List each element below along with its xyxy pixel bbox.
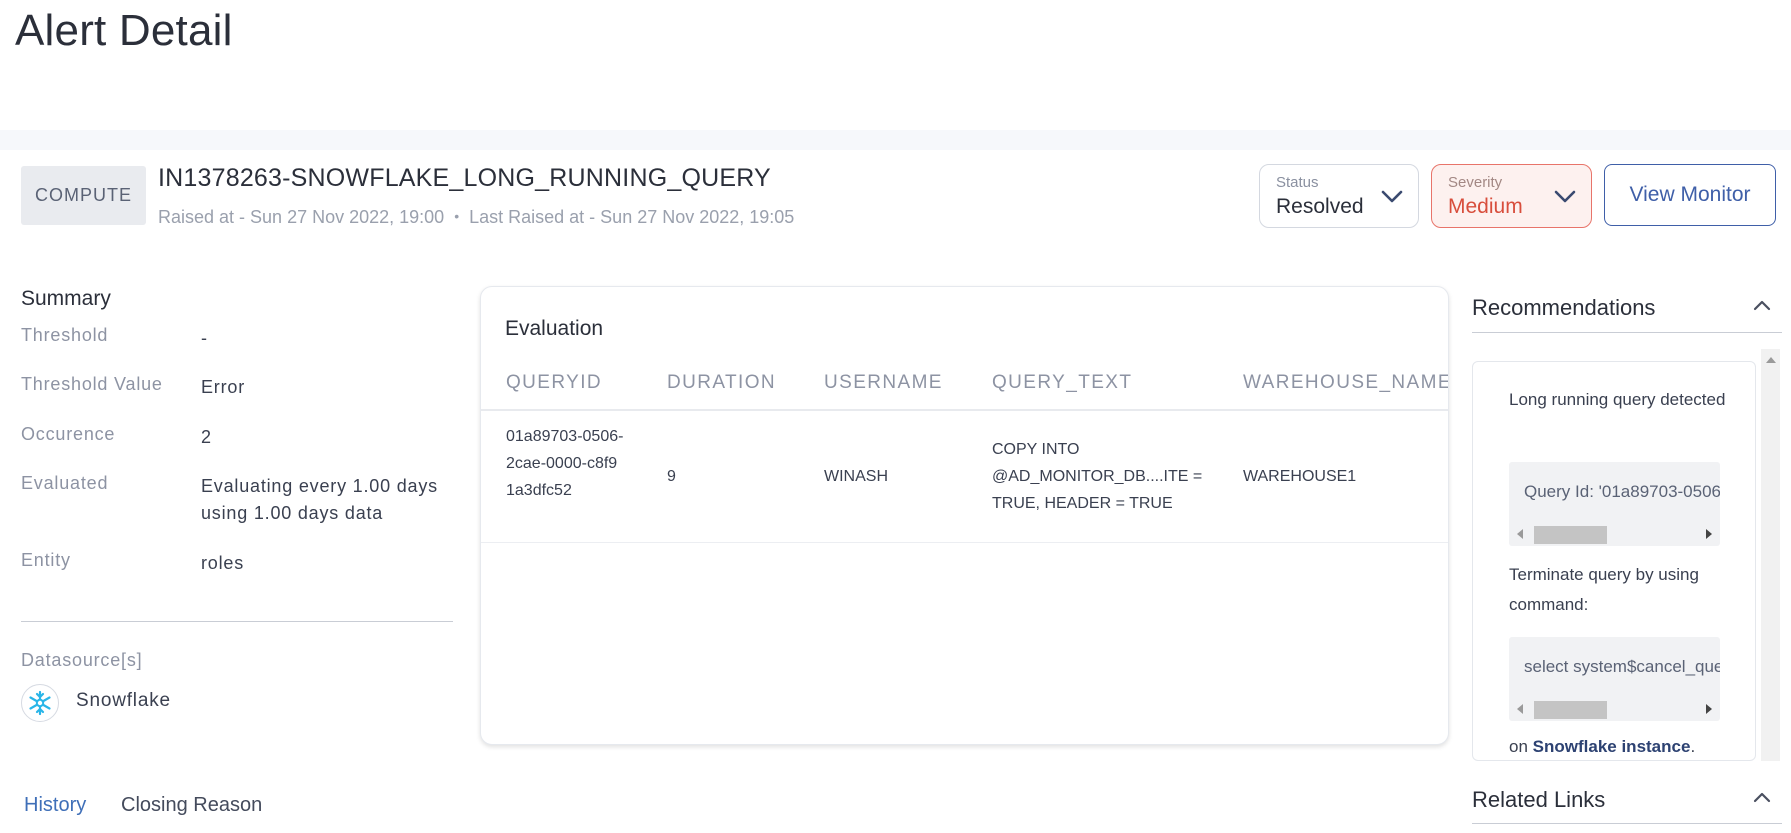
query-id-code: Query Id: '01a89703-0506-2cae-0000-c8f91… (1524, 482, 1720, 501)
evaluation-table-header: QUERYID DURATION USERNAME QUERY_TEXT WAR… (481, 359, 1448, 411)
status-label: Status (1276, 174, 1319, 191)
severity-label: Severity (1448, 174, 1503, 191)
view-monitor-button[interactable]: View Monitor (1604, 164, 1776, 226)
horizontal-scrollbar[interactable] (1509, 520, 1720, 546)
column-header-duration[interactable]: DURATION (667, 372, 776, 394)
tab-closing-reason[interactable]: Closing Reason (121, 794, 262, 817)
summary-key: Threshold Value (21, 374, 163, 394)
status-value: Resolved (1276, 195, 1364, 218)
summary-divider (21, 621, 453, 622)
recommendations-title: Recommendations (1472, 295, 1656, 320)
cell-queryid: 01a89703-0506-2cae-0000-c8f91a3dfc52 (506, 428, 624, 499)
scroll-left-icon[interactable] (1517, 704, 1523, 714)
summary-value: roles (201, 553, 245, 573)
raised-info: Raised at - Sun 27 Nov 2022, 19:00 • Last … (158, 207, 794, 228)
related-links-title: Related Links (1472, 787, 1606, 812)
column-header-queryid[interactable]: QUERYID (506, 372, 602, 394)
query-id-code-block[interactable]: Query Id: '01a89703-0506-2cae-0000-c8f91… (1509, 462, 1720, 546)
summary-key: Evaluated (21, 473, 109, 493)
header-band (0, 130, 1791, 150)
summary-key: Entity (21, 550, 71, 570)
horizontal-scrollbar[interactable] (1509, 695, 1720, 721)
alert-category-chip: COMPUTE (21, 166, 146, 225)
summary-value: 2 (201, 427, 212, 447)
tab-history[interactable]: History (24, 794, 86, 817)
terminate-instruction: Terminate query by using command: (1509, 565, 1699, 614)
scroll-right-icon[interactable] (1706, 704, 1712, 714)
scroll-thumb[interactable] (1534, 526, 1607, 544)
related-links-divider (1472, 823, 1782, 824)
column-header-query-text[interactable]: QUERY_TEXT (992, 372, 1132, 394)
chevron-up-icon[interactable] (1752, 298, 1772, 312)
cell-warehouse-name: WAREHOUSE1 (1243, 468, 1357, 485)
period: . (1690, 737, 1696, 756)
chevron-down-icon (1554, 190, 1576, 203)
summary-value: Error (201, 377, 245, 397)
severity-select[interactable]: Severity Medium (1431, 164, 1592, 228)
recommendation-card: Long running query detected Query Id: '0… (1472, 361, 1756, 761)
summary-title: Summary (21, 287, 111, 310)
cell-username: WINASH (824, 468, 888, 485)
scroll-up-icon[interactable] (1766, 357, 1776, 363)
summary-key: Threshold (21, 325, 109, 345)
vertical-scrollbar[interactable] (1761, 349, 1780, 761)
summary-value: - (201, 328, 208, 348)
scroll-thumb[interactable] (1534, 701, 1607, 719)
recommendations-divider (1472, 332, 1782, 333)
column-header-warehouse-name[interactable]: WAREHOUSE_NAME (1243, 372, 1448, 394)
status-select[interactable]: Status Resolved (1259, 164, 1419, 228)
datasource-label: Datasource[s] (21, 650, 143, 670)
scroll-left-icon[interactable] (1517, 529, 1523, 539)
evaluation-card: Evaluation QUERYID DURATION USERNAME QUE… (480, 286, 1449, 745)
summary-key: Occurence (21, 424, 116, 444)
cell-query-text: COPY INTO @AD_MONITOR_DB....ITE = TRUE, … (992, 441, 1203, 512)
chevron-up-icon[interactable] (1752, 790, 1772, 804)
last-raised-at: Last Raised at - Sun 27 Nov 2022, 19:05 (469, 207, 795, 227)
snowflake-icon (21, 684, 59, 722)
column-header-username[interactable]: USERNAME (824, 372, 943, 394)
cell-duration: 9 (667, 468, 676, 485)
datasource-name: Snowflake (76, 690, 171, 711)
instance-line: on Snowflake instance. (1509, 737, 1695, 757)
separator-dot: • (454, 208, 460, 224)
snowflake-instance-link[interactable]: Snowflake instance (1533, 737, 1691, 756)
evaluation-title: Evaluation (505, 317, 604, 340)
scroll-right-icon[interactable] (1706, 529, 1712, 539)
table-row[interactable]: 01a89703-0506-2cae-0000-c8f91a3dfc52 9 W… (481, 411, 1448, 543)
raised-at: Raised at - Sun 27 Nov 2022, 19:00 (158, 207, 445, 227)
on-text: on (1509, 737, 1528, 756)
chevron-down-icon (1381, 190, 1403, 203)
command-code-block[interactable]: select system$cancel_query('01a89703-050… (1509, 637, 1720, 721)
alert-title: IN1378263-SNOWFLAKE_LONG_RUNNING_QUERY (158, 164, 771, 192)
command-code: select system$cancel_query('01a89703-050… (1524, 657, 1720, 676)
page-title: Alert Detail (15, 6, 233, 55)
recommendation-intro: Long running query detected (1509, 390, 1726, 409)
summary-value: Evaluating every 1.00 days using 1.00 da… (201, 476, 438, 523)
severity-value: Medium (1448, 195, 1523, 218)
